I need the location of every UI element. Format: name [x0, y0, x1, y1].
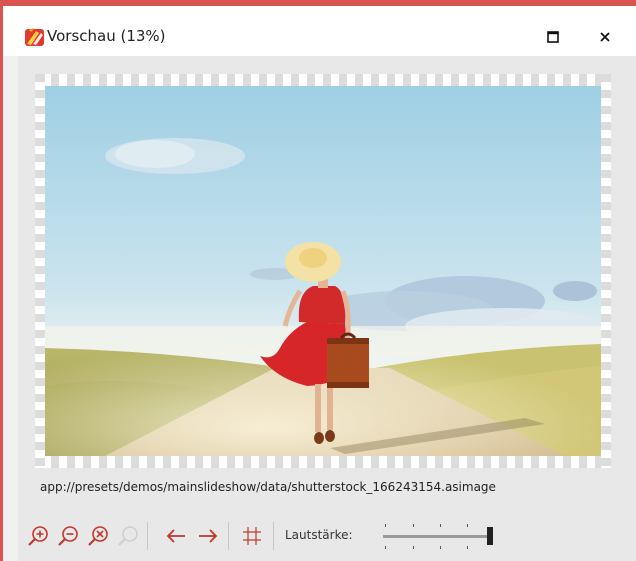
preview-image[interactable] [45, 86, 601, 456]
window-accent-border-left [0, 6, 3, 561]
window-title: Vorschau (13%) [47, 27, 166, 45]
zoom-in-button[interactable] [26, 524, 50, 548]
volume-slider-fill [383, 535, 487, 538]
maximize-icon [547, 31, 559, 43]
preview-toolbar: Lautstärke: [18, 516, 618, 556]
zoom-out-icon [58, 526, 78, 546]
preview-window: Vorschau (13%) app://presets/demos/mains… [0, 0, 636, 561]
zoom-fit-button[interactable] [116, 524, 140, 548]
grid-icon [243, 527, 261, 545]
volume-label: Lautstärke: [285, 528, 353, 542]
preview-frame [35, 74, 611, 468]
zoom-reset-button[interactable] [86, 524, 110, 548]
app-icon [25, 28, 44, 46]
title-bar[interactable]: Vorschau (13%) [3, 6, 636, 56]
previous-button[interactable] [164, 524, 188, 548]
zoom-reset-icon [88, 526, 108, 546]
toolbar-separator [228, 522, 229, 550]
volume-slider[interactable] [383, 520, 499, 552]
arrow-left-icon [166, 529, 185, 543]
toolbar-separator [273, 522, 274, 550]
close-icon [600, 32, 610, 42]
frame-dashed-border-bottom [35, 456, 611, 468]
frame-dashed-border-right [601, 74, 611, 468]
frame-dashed-border-left [35, 74, 45, 468]
maximize-button[interactable] [538, 24, 568, 50]
grid-button[interactable] [240, 524, 264, 548]
zoom-out-button[interactable] [56, 524, 80, 548]
zoom-in-icon [28, 526, 48, 546]
volume-slider-thumb[interactable] [487, 527, 493, 545]
frame-dashed-border-top [35, 74, 611, 86]
close-button[interactable] [590, 24, 620, 50]
next-button[interactable] [196, 524, 220, 548]
toolbar-separator [147, 522, 148, 550]
arrow-right-icon [199, 529, 218, 543]
zoom-fit-icon [118, 526, 138, 546]
file-path-label: app://presets/demos/mainslideshow/data/s… [40, 480, 496, 494]
